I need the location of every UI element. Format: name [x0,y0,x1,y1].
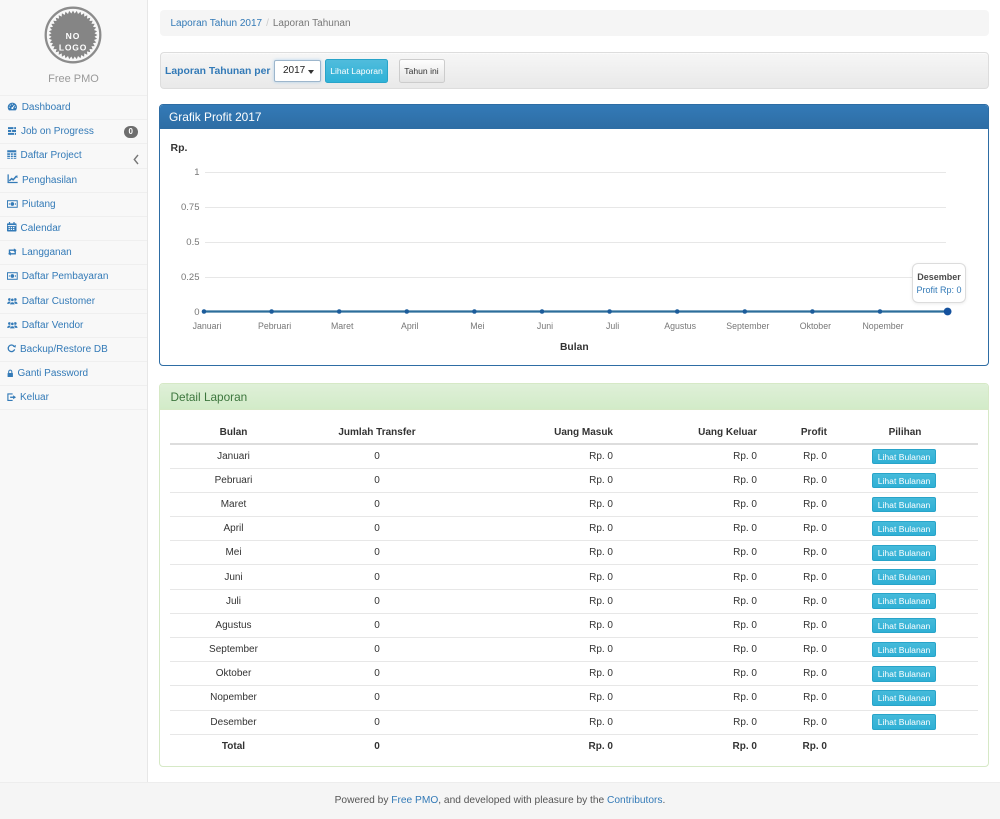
svg-text:NO: NO [66,31,81,41]
svg-text:LOGO: LOGO [59,43,87,53]
